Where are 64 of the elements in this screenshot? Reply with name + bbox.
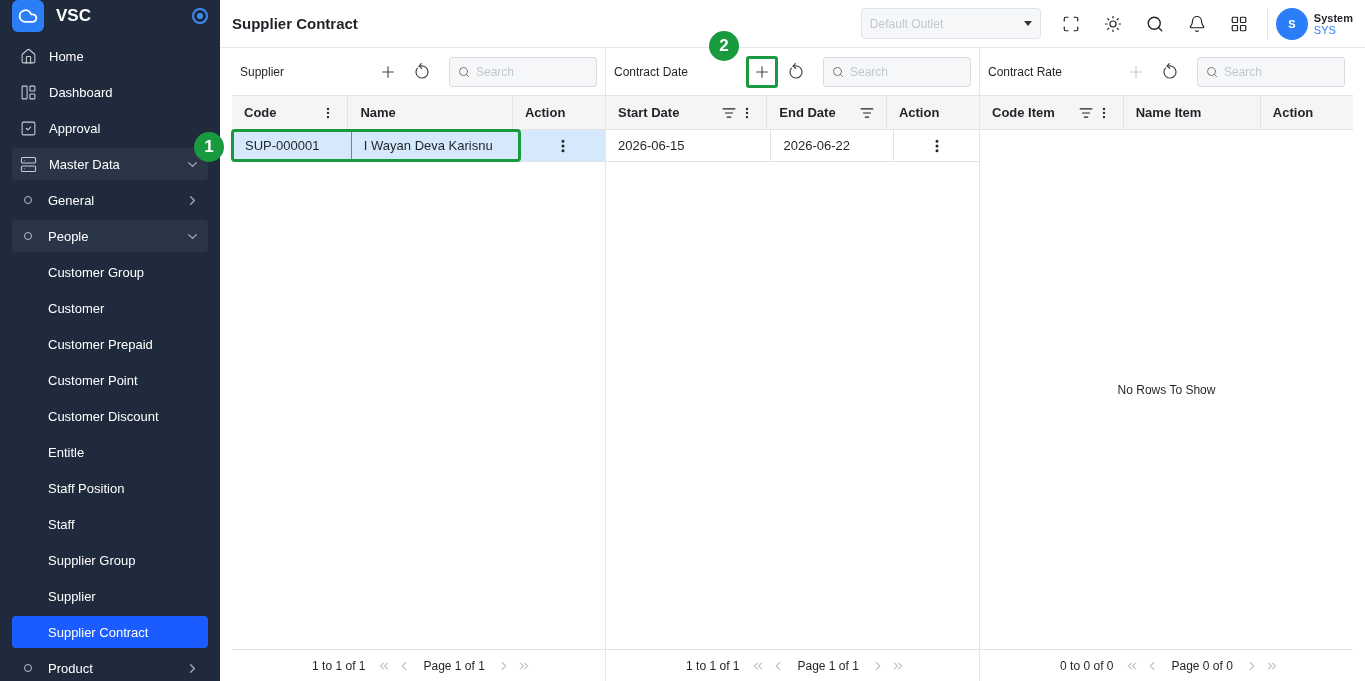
panel-title: Contract Rate (988, 64, 1064, 79)
cloud-icon (18, 6, 38, 26)
column-header[interactable]: End Date (767, 96, 887, 129)
column-header[interactable]: Action (886, 96, 979, 129)
sidebar-item[interactable]: Dashboard (12, 76, 208, 108)
row-count: 0 to 0 of 0 (1060, 658, 1114, 673)
panel-title: Contract Date (614, 64, 690, 79)
page-indicator: Page 1 of 1 (423, 658, 485, 673)
sidebar-item[interactable]: Customer Prepaid (12, 328, 208, 360)
sun-icon (1103, 14, 1122, 33)
search-icon (458, 65, 470, 78)
user-role: SYS (1313, 23, 1336, 36)
table-row[interactable]: 2026-06-15 2026-06-22 (606, 130, 979, 162)
sidebar-item[interactable]: People (12, 220, 208, 252)
sidebar-item[interactable]: Home (12, 40, 208, 72)
sidebar-item[interactable]: Customer Group (12, 256, 208, 288)
bell-icon (1187, 14, 1206, 33)
column-header[interactable]: Action (1260, 96, 1353, 129)
checkbox-icon (20, 119, 37, 137)
sidebar-item[interactable]: General (12, 184, 208, 216)
row-count: 1 to 1 of 1 (686, 658, 740, 673)
sidebar-item[interactable]: Supplier Contract (12, 616, 208, 648)
grid-icon (1229, 14, 1248, 33)
table-cell: SUP-000001 (232, 130, 352, 161)
brand-name: VSC (56, 6, 92, 26)
search-icon (832, 65, 844, 78)
sidebar-item[interactable]: Staff (12, 508, 208, 540)
column-header[interactable]: Start Date (606, 96, 768, 129)
table-cell: 2026-06-15 (606, 130, 772, 161)
panel-title: Supplier (240, 64, 286, 79)
user-avatar: S (1275, 7, 1308, 40)
column-header[interactable]: Name (348, 96, 513, 129)
page-indicator: Page 1 of 1 (797, 658, 859, 673)
caret-icon (1023, 21, 1032, 26)
server-icon (20, 155, 37, 173)
user-name: System (1313, 11, 1353, 24)
empty-message: No Rows To Show (1117, 382, 1216, 397)
sidebar-item[interactable]: Supplier Group (12, 544, 208, 576)
sidebar-item[interactable]: Product (12, 652, 208, 681)
dashboard-icon (20, 83, 37, 101)
sidebar-item[interactable]: Entitle (12, 436, 208, 468)
column-header[interactable]: Action (512, 96, 605, 129)
page-indicator: Page 0 of 0 (1171, 658, 1233, 673)
radio-icon[interactable] (192, 8, 208, 24)
step-badge: 2 (709, 30, 739, 61)
filter-icon (1078, 105, 1093, 120)
search-icon (1145, 14, 1164, 33)
sidebar-item[interactable]: Staff Position (12, 472, 208, 504)
sidebar-item[interactable]: Customer Point (12, 364, 208, 396)
column-header[interactable]: Code (232, 96, 349, 129)
sidebar-item[interactable]: Supplier (12, 580, 208, 612)
page-title: Supplier Contract (232, 15, 359, 32)
sidebar-item[interactable]: Customer (12, 292, 208, 324)
table-cell: I Wayan Deva Karisnu (351, 130, 520, 161)
column-header[interactable]: Name Item (1123, 96, 1261, 129)
sidebar-item[interactable]: Customer Discount (12, 400, 208, 432)
fullscreen-icon (1061, 14, 1080, 33)
filter-icon (859, 105, 874, 120)
search-icon (1206, 65, 1218, 78)
table-cell: 2026-06-22 (771, 130, 894, 161)
row-count: 1 to 1 of 1 (312, 658, 366, 673)
filter-icon (722, 105, 737, 120)
home-icon (20, 47, 37, 65)
column-header[interactable]: Code Item (980, 96, 1124, 129)
